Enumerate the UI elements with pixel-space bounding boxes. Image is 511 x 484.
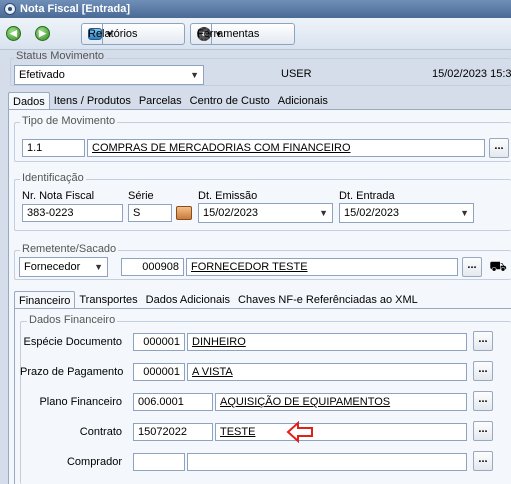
dt-entrada-value: 15/02/2023 bbox=[344, 207, 400, 219]
app-icon bbox=[4, 3, 16, 15]
status-group-label: Status Movimento bbox=[14, 50, 107, 62]
nr-nota-fiscal-input[interactable]: 383-0223 bbox=[22, 204, 123, 222]
dt-entrada-label: Dt. Entrada bbox=[339, 190, 395, 202]
status-select[interactable]: Efetivado ▼ bbox=[14, 65, 204, 85]
plano-financeiro-desc[interactable]: AQUISIÇÃO DE EQUIPAMENTOS bbox=[215, 393, 467, 411]
series-lookup-icon[interactable] bbox=[176, 206, 192, 220]
comprador-lookup-button[interactable]: ... bbox=[473, 451, 493, 471]
remetente-type-select[interactable]: Fornecedor ▼ bbox=[19, 257, 108, 277]
prazo-pagamento-label: Prazo de Pagamento bbox=[20, 366, 124, 378]
remetente-name[interactable]: FORNECEDOR TESTE bbox=[186, 258, 458, 276]
contrato-desc[interactable]: TESTE bbox=[215, 423, 467, 441]
contrato-lookup-button[interactable]: ... bbox=[473, 421, 493, 441]
comprador-desc[interactable] bbox=[187, 453, 467, 471]
comprador-label: Comprador bbox=[66, 456, 122, 468]
reports-label: Relatórios bbox=[88, 28, 138, 40]
comprador-code[interactable] bbox=[133, 453, 185, 471]
plano-financeiro-desc-text: AQUISIÇÃO DE EQUIPAMENTOS bbox=[220, 396, 391, 408]
remetente-lookup-button[interactable]: ... bbox=[462, 257, 482, 277]
back-arrow-icon[interactable]: ◀ bbox=[6, 26, 21, 41]
dt-emissao-picker[interactable]: 15/02/2023 ▼ bbox=[198, 203, 333, 223]
datetime-label: 15/02/2023 15:34: bbox=[432, 68, 511, 80]
forward-arrow-icon[interactable]: ▶ bbox=[35, 26, 50, 41]
dt-emissao-label: Dt. Emissão bbox=[198, 190, 258, 202]
chevron-down-icon: ▼ bbox=[460, 208, 469, 218]
prazo-pagamento-desc[interactable]: A VISTA bbox=[187, 363, 467, 381]
tools-button[interactable]: Ferramentas ▼ bbox=[190, 23, 295, 45]
tipo-movimento-description[interactable]: COMPRAS DE MERCADORIAS COM FINANCEIRO bbox=[87, 139, 485, 157]
toolbar: ◀ ▶ Relatórios ▼ Ferramentas ▼ bbox=[0, 18, 511, 50]
window-title: Nota Fiscal [Entrada] bbox=[20, 3, 131, 15]
prazo-pagamento-code[interactable]: 000001 bbox=[133, 363, 185, 381]
remetente-label: Remetente/Sacado bbox=[20, 243, 119, 255]
especie-documento-desc[interactable]: DINHEIRO bbox=[187, 333, 467, 351]
reports-button[interactable]: Relatórios ▼ bbox=[81, 23, 185, 45]
tipo-movimento-label: Tipo de Movimento bbox=[20, 115, 118, 127]
user-label: USER bbox=[281, 68, 312, 80]
chevron-down-icon: ▼ bbox=[94, 262, 103, 272]
remetente-code[interactable]: 000908 bbox=[121, 258, 184, 276]
remetente-type-value: Fornecedor bbox=[24, 261, 81, 273]
tipo-movimento-description-text: COMPRAS DE MERCADORIAS COM FINANCEIRO bbox=[92, 142, 351, 154]
tab-itens-produtos[interactable]: Itens / Produtos bbox=[50, 92, 135, 110]
prazo-pagamento-desc-text: A VISTA bbox=[192, 366, 233, 378]
especie-documento-code[interactable]: 000001 bbox=[133, 333, 185, 351]
main-tabs: Dados Itens / Produtos Parcelas Centro d… bbox=[8, 92, 332, 110]
nr-nota-fiscal-label: Nr. Nota Fiscal bbox=[22, 190, 95, 202]
especie-documento-desc-text: DINHEIRO bbox=[192, 336, 246, 348]
tab-dados[interactable]: Dados bbox=[8, 92, 50, 110]
contrato-code[interactable]: 15072022 bbox=[133, 423, 213, 441]
tab-dados-adicionais[interactable]: Dados Adicionais bbox=[142, 291, 234, 309]
tipo-movimento-code[interactable]: 1.1 bbox=[22, 139, 85, 157]
tab-chaves-nfe[interactable]: Chaves NF-e Referênciadas ao XML bbox=[234, 291, 422, 309]
chevron-down-icon: ▼ bbox=[319, 208, 328, 218]
serie-label: Série bbox=[128, 190, 154, 202]
tab-transportes[interactable]: Transportes bbox=[75, 291, 141, 309]
tab-adicionais[interactable]: Adicionais bbox=[274, 92, 332, 110]
plano-financeiro-label: Plano Financeiro bbox=[39, 396, 122, 408]
tab-financeiro[interactable]: Financeiro bbox=[14, 291, 76, 309]
contrato-label: Contrato bbox=[79, 426, 122, 438]
tab-parcelas[interactable]: Parcelas bbox=[135, 92, 186, 110]
sub-tabs: Financeiro Transportes Dados Adicionais … bbox=[14, 291, 422, 309]
financeiro-label: Dados Financeiro bbox=[27, 314, 118, 326]
chevron-down-icon: ▼ bbox=[190, 70, 199, 80]
identificacao-label: Identificação bbox=[20, 172, 86, 184]
status-value: Efetivado bbox=[19, 69, 65, 81]
red-arrow-annotation-icon bbox=[286, 420, 313, 444]
dt-entrada-picker[interactable]: 15/02/2023 ▼ bbox=[339, 203, 474, 223]
remetente-name-text: FORNECEDOR TESTE bbox=[191, 261, 308, 273]
tools-label: Ferramentas bbox=[197, 28, 260, 40]
plano-financeiro-lookup-button[interactable]: ... bbox=[473, 391, 493, 411]
plano-financeiro-code[interactable]: 006.0001 bbox=[133, 393, 213, 411]
especie-documento-lookup-button[interactable]: ... bbox=[473, 331, 493, 351]
window-titlebar: Nota Fiscal [Entrada] bbox=[0, 0, 511, 18]
serie-input[interactable]: S bbox=[128, 204, 172, 222]
especie-documento-label: Espécie Documento bbox=[23, 336, 122, 348]
tipo-movimento-lookup-button[interactable]: ... bbox=[489, 138, 509, 158]
dt-emissao-value: 15/02/2023 bbox=[203, 207, 259, 219]
prazo-pagamento-lookup-button[interactable]: ... bbox=[473, 361, 493, 381]
contrato-desc-text: TESTE bbox=[220, 426, 256, 438]
tab-centro-de-custo[interactable]: Centro de Custo bbox=[186, 92, 274, 110]
cart-icon[interactable]: ⛟ bbox=[488, 256, 508, 276]
